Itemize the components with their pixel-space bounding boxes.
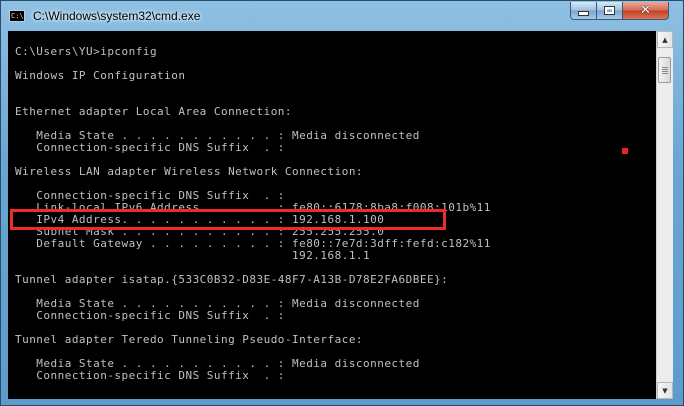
minimize-button[interactable]	[570, 2, 597, 20]
close-icon: ✕	[640, 3, 651, 18]
red-marker	[622, 148, 628, 154]
minimize-icon	[578, 11, 589, 16]
window-title: C:\Windows\system32\cmd.exe	[33, 9, 201, 23]
ipv4-highlight-box	[10, 209, 446, 230]
grip-line	[662, 69, 668, 70]
console-line: Connection-specific DNS Suffix . :	[15, 141, 285, 154]
adapter-heading: Ethernet adapter Local Area Connection:	[15, 105, 292, 118]
scroll-thumb[interactable]	[658, 57, 671, 83]
console-line: 192.168.1.1	[15, 249, 371, 262]
adapter-heading: Tunnel adapter isatap.{533C0B32-D83E-48F…	[15, 273, 449, 286]
prompt-line: C:\Users\YU>ipconfig	[15, 45, 158, 58]
title-bar[interactable]: C:\ C:\Windows\system32\cmd.exe ✕	[1, 1, 683, 31]
scroll-up-button[interactable]: ▲	[657, 31, 673, 48]
cmd-icon[interactable]: C:\	[9, 10, 25, 22]
adapter-heading: Wireless LAN adapter Wireless Network Co…	[15, 165, 364, 178]
cmd-window: C:\ C:\Windows\system32\cmd.exe ✕ C:\Use…	[0, 0, 684, 406]
scroll-down-button[interactable]: ▼	[657, 382, 673, 399]
grip-line	[662, 71, 668, 72]
grip-line	[662, 73, 668, 74]
grip-line	[662, 67, 668, 68]
arrow-up-icon: ▲	[662, 35, 668, 44]
maximize-icon	[604, 6, 615, 15]
close-button[interactable]: ✕	[622, 2, 669, 20]
arrow-down-icon: ▼	[662, 386, 668, 395]
console-line: Connection-specific DNS Suffix . :	[15, 369, 285, 382]
console-line: Connection-specific DNS Suffix . :	[15, 309, 285, 322]
vertical-scrollbar[interactable]: ▲ ▼	[656, 31, 673, 399]
console-line: Windows IP Configuration	[15, 69, 186, 82]
console-output[interactable]: C:\Users\YU>ipconfig Windows IP Configur…	[8, 31, 656, 399]
maximize-button[interactable]	[596, 2, 623, 20]
adapter-heading: Tunnel adapter Teredo Tunneling Pseudo-I…	[15, 333, 364, 346]
